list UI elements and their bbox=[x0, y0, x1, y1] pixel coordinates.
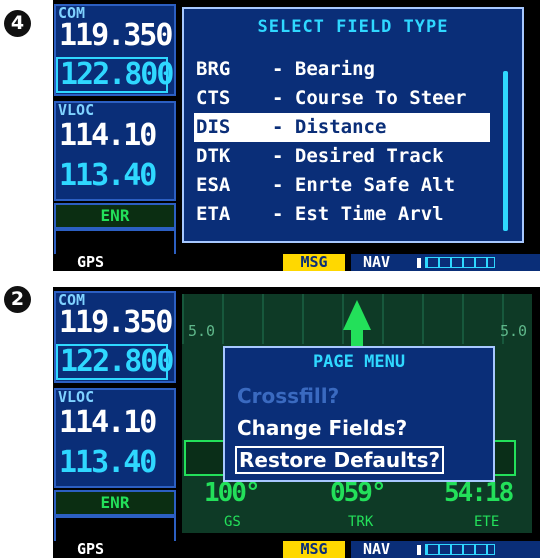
menu-title: PAGE MENU bbox=[312, 352, 406, 372]
com-active-frequency: 119.350 bbox=[59, 305, 173, 340]
list-item[interactable]: DTK - Desired Track bbox=[194, 142, 490, 171]
mode-annunciator: ENR bbox=[54, 490, 176, 516]
select-field-type-window: SELECT FIELD TYPE BRG - Bearing CTS - Cour… bbox=[182, 7, 524, 243]
list-item[interactable]: ETA - Est Time Arvl bbox=[194, 200, 490, 229]
status-bar: GPS MSG NAV bbox=[53, 541, 540, 558]
window-title: SELECT FIELD TYPE bbox=[257, 17, 449, 37]
status-bar: GPS MSG NAV bbox=[53, 254, 540, 271]
list-item[interactable]: BRG - Bearing bbox=[194, 55, 490, 84]
scrollbar[interactable] bbox=[503, 71, 508, 231]
trk-value: 059° bbox=[330, 478, 387, 508]
menu-item-change-fields[interactable]: Change Fields? bbox=[237, 416, 407, 440]
com-panel[interactable]: COM 119.350 122.800 bbox=[54, 291, 176, 383]
map-scale-left: 5.0 bbox=[188, 322, 216, 340]
cdi-icon bbox=[425, 257, 495, 268]
menu-item-crossfill: Crossfill? bbox=[237, 384, 340, 408]
cdi-icon bbox=[425, 544, 495, 555]
vloc-standby-frequency: 113.40 bbox=[59, 445, 157, 480]
gps-screen-page-menu: COM 119.350 122.800 VLOC 114.10 113.40 E… bbox=[53, 287, 540, 558]
com-panel[interactable]: COM 119.350 122.800 bbox=[54, 4, 176, 96]
map-scale-right: 5.0 bbox=[500, 322, 528, 340]
vloc-panel[interactable]: VLOC 114.10 113.40 bbox=[54, 101, 176, 201]
trk-label: TRK bbox=[348, 514, 374, 530]
cdi-needle-icon bbox=[417, 545, 421, 555]
com-standby-frequency[interactable]: 122.800 bbox=[56, 344, 174, 380]
com-standby-frequency[interactable]: 122.800 bbox=[56, 57, 174, 93]
data-box bbox=[184, 440, 226, 476]
gps-screen-select-field: COM 119.350 122.800 VLOC 114.10 113.40 E… bbox=[53, 0, 540, 271]
gps-mode-label: GPS bbox=[77, 253, 105, 271]
ete-value: 54:18 bbox=[444, 478, 514, 508]
list-item[interactable]: ESA - Enrte Safe Alt bbox=[194, 171, 490, 200]
nav-annunciator: NAV bbox=[351, 541, 540, 558]
list-item[interactable]: CTS - Course To Steer bbox=[194, 84, 490, 113]
menu-item-restore-defaults[interactable]: Restore Defaults? bbox=[235, 446, 445, 474]
gs-value: 100° bbox=[204, 478, 261, 508]
step-badge: 4 bbox=[4, 10, 31, 37]
com-active-frequency: 119.350 bbox=[59, 18, 173, 53]
nav-annunciator: NAV bbox=[351, 254, 540, 271]
msg-annunciator[interactable]: MSG bbox=[283, 541, 345, 558]
mode-annunciator: ENR bbox=[54, 203, 176, 229]
gs-label: GS bbox=[224, 514, 241, 530]
vloc-label: VLOC bbox=[58, 388, 95, 406]
cdi-needle-icon bbox=[417, 258, 421, 268]
vloc-active-frequency: 114.10 bbox=[59, 405, 157, 440]
list-item-selected[interactable]: DIS - Distance bbox=[194, 113, 490, 142]
msg-annunciator[interactable]: MSG bbox=[283, 254, 345, 271]
vloc-label: VLOC bbox=[58, 101, 95, 119]
vloc-standby-frequency: 113.40 bbox=[59, 158, 157, 193]
vloc-panel[interactable]: VLOC 114.10 113.40 bbox=[54, 388, 176, 488]
ete-label: ETE bbox=[474, 514, 500, 530]
field-type-list: BRG - Bearing CTS - Course To Steer DIS - D… bbox=[194, 55, 490, 229]
page-menu: PAGE MENU Crossfill? Change Fields? Rest… bbox=[223, 346, 495, 482]
gps-mode-label: GPS bbox=[77, 540, 105, 558]
vloc-active-frequency: 114.10 bbox=[59, 118, 157, 153]
step-badge: 2 bbox=[4, 286, 31, 313]
